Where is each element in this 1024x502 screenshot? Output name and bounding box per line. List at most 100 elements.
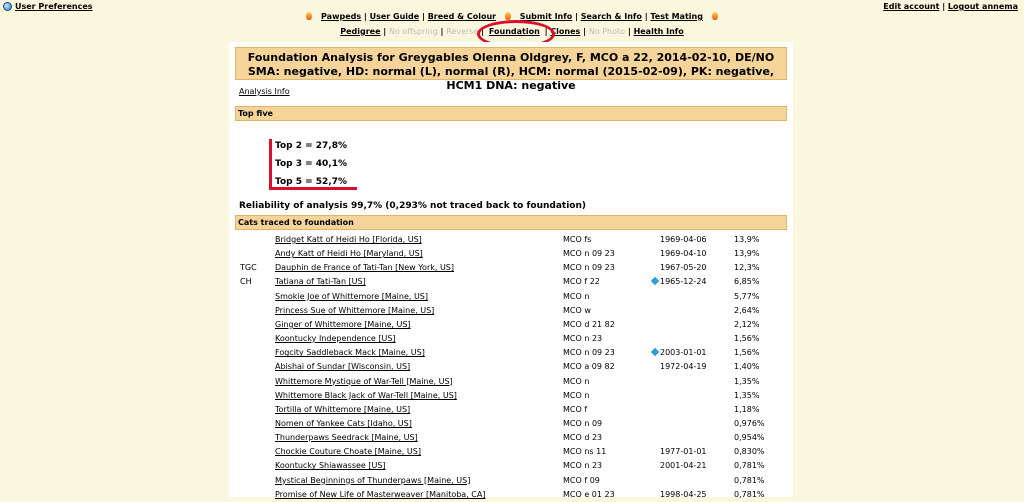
cat-percentage: 2,64% [734,305,760,315]
title-line-2: SMA: negative, HD: normal (L), normal (R… [247,65,775,92]
nav-reverse: Reverse [446,27,479,36]
table-row: Andy Katt of Heidi Ho [Maryland, US] MCO … [229,247,793,261]
analysis-info-link[interactable]: Analysis Info [239,87,290,96]
nav-breed-colour[interactable]: Breed & Colour [428,12,496,21]
logout-link[interactable]: Logout annema [948,2,1018,11]
cat-percentage: 1,18% [734,404,760,414]
cat-date: 1967-05-20 [660,263,707,273]
table-row: Whittemore Mystique of War-Tell [Maine, … [229,375,793,389]
cat-breed: MCO n 09 23 [563,249,615,259]
reliability-text: Reliability of analysis 99,7% (0,293% no… [239,201,586,211]
cat-breed: MCO f [563,404,588,414]
nav-pawpeds[interactable]: Pawpeds [321,12,361,21]
nav-no-offspring: No offspring [389,27,438,36]
top-5-line: Top 5 = 52,7% [275,177,347,187]
cat-title: TGC [240,263,257,273]
cat-percentage: 0,976% [734,418,765,428]
cat-name-link[interactable]: Koontucky Shiawassee [US] [275,459,386,473]
flame-icon [306,12,313,20]
cat-percentage: 13,9% [734,235,760,244]
cat-percentage: 1,56% [734,348,760,358]
cat-name-link[interactable]: Smokie Joe of Whittemore [Maine, US] [275,290,428,304]
cat-date-text: 1965-12-24 [660,277,707,287]
cat-breed: MCO d 23 [563,433,603,443]
cat-name-link[interactable]: Whittemore Mystique of War-Tell [Maine, … [275,375,453,389]
cat-breed: MCO d 21 82 [563,319,615,329]
cat-breed: MCO n 23 [563,334,603,344]
cat-date: 1972-04-19 [660,362,707,372]
cat-breed: MCO n [563,390,590,400]
user-preferences-label: User Preferences [15,2,93,11]
cat-percentage: 0,781% [734,489,765,499]
cat-breed: MCO n 09 23 [563,263,615,273]
cat-breed: MCO ns 11 [563,447,607,457]
top-2-line: Top 2 = 27,8% [275,141,347,151]
cat-name-link[interactable]: Andy Katt of Heidi Ho [Maryland, US] [275,247,423,261]
cat-breed: MCO fs [563,235,592,244]
cat-date: 1969-04-10 [660,249,707,259]
cat-percentage: 2,12% [734,319,760,329]
cat-name-link[interactable]: Ginger of Whittemore [Maine, US] [275,318,411,332]
nav-user-guide[interactable]: User Guide [370,12,420,21]
cat-percentage: 1,56% [734,334,760,344]
table-row: Koontucky Independence [US] MCO n 23 1,56% [229,332,793,346]
cat-date-text: 2003-01-01 [660,348,707,358]
cat-name-link[interactable]: Thunderpaws Seedrack [Maine, US] [275,431,418,445]
cat-percentage: 0,954% [734,433,765,443]
cat-date: 2001-04-21 [660,461,707,471]
cat-percentage: 0,830% [734,447,765,457]
cat-percentage: 5,77% [734,291,760,301]
top-3-line: Top 3 = 40,1% [275,159,347,169]
cat-name-link[interactable]: Fogcity Saddleback Mack [Maine, US] [275,346,425,360]
diamond-marker-icon [650,347,660,357]
cat-percentage: 6,85% [734,277,760,287]
account-links: Edit account | Logout annema [883,2,1018,11]
cat-breed: MCO n 09 [563,418,603,428]
cat-name-link[interactable]: Princess Sue of Whittemore [Maine, US] [275,304,434,318]
cat-name-link[interactable]: Nomen of Yankee Cats [Idaho, US] [275,417,412,431]
nav-health-info[interactable]: Health Info [634,27,684,36]
table-row: Chockie Couture Choate [Maine, US] MCO ns… [229,445,793,459]
cat-name-link[interactable]: Mystical Beginnings of Thunderpaws [Main… [275,474,470,488]
nav-pedigree[interactable]: Pedigree [340,27,380,36]
cat-percentage: 1,35% [734,390,760,400]
table-row: Tortilla of Whittemore [Maine, US] MCO f 1… [229,403,793,417]
cats-heading: Cats traced to foundation [235,215,787,230]
cat-percentage: 0,781% [734,475,765,485]
cat-name-link[interactable]: Koontucky Independence [US] [275,332,396,346]
cat-name-link[interactable]: Chockie Couture Choate [Maine, US] [275,445,421,459]
edit-account-link[interactable]: Edit account [883,2,939,11]
user-preferences-link[interactable]: User Preferences [3,2,93,11]
diamond-marker-icon [650,277,660,286]
cat-name-link[interactable]: Tatiana of Tati-Tan [US] [275,275,366,289]
cat-name-link[interactable]: Promise of New Life of Masterweaver [Man… [275,488,485,502]
nav-test-mating[interactable]: Test Mating [650,12,703,21]
flame-icon [504,12,511,20]
cat-percentage: 0,781% [734,461,765,471]
table-row: Smokie Joe of Whittemore [Maine, US] MCO … [229,290,793,304]
cat-date: 1977-01-01 [660,447,707,457]
table-row: Promise of New Life of Masterweaver [Man… [229,488,793,502]
nav-foundation[interactable]: Foundation [489,27,540,36]
cat-date: 2003-01-01 [650,346,707,360]
cat-percentage: 1,40% [734,362,760,372]
cat-name-link[interactable]: Bridget Katt of Heidi Ho [Florida, US] [275,233,422,247]
globe-icon [3,2,12,11]
title-line-1: Foundation Analysis for Greygables Olenn… [247,51,775,64]
table-row: Mystical Beginnings of Thunderpaws [Main… [229,474,793,488]
nav-search-info[interactable]: Search & Info [581,12,642,21]
flame-icon [711,12,718,20]
cat-breed: MCO f 09 [563,475,600,485]
table-row: Bridget Katt of Heidi Ho [Florida, US] MC… [229,233,793,247]
cat-breed: MCO a 09 82 [563,362,615,372]
table-row: Whittemore Black Jack of War-Tell [Maine… [229,389,793,403]
page-title: Foundation Analysis for Greygables Olenn… [235,47,787,92]
cat-name-link[interactable]: Tortilla of Whittemore [Maine, US] [275,403,410,417]
table-row: TGC Dauphin de France of Tati-Tan [New Yo… [229,261,793,275]
cat-name-link[interactable]: Whittemore Black Jack of War-Tell [Maine… [275,389,457,403]
cat-percentage: 12,3% [734,263,760,273]
table-row: Fogcity Saddleback Mack [Maine, US] MCO n… [229,346,793,360]
cat-name-link[interactable]: Dauphin de France of Tati-Tan [New York,… [275,261,454,275]
cat-name-link[interactable]: Abishai of Sundar [Wisconsin, US] [275,360,410,374]
table-row: Ginger of Whittemore [Maine, US] MCO d 21… [229,318,793,332]
